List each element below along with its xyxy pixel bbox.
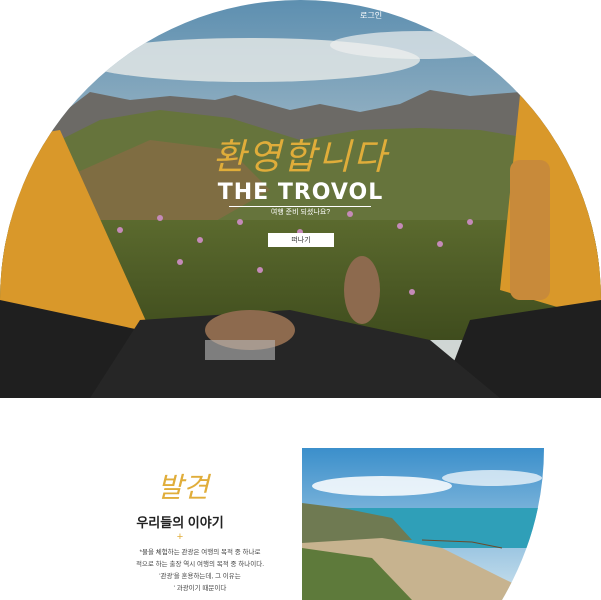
coast-photo	[302, 448, 544, 600]
hero-subtitle: 여행 준비 되셨나요?	[270, 209, 331, 216]
plus-divider: +	[176, 531, 184, 543]
paragraph-line: *물을 체험하는 관광은 여행의 목적 중 하나로	[139, 549, 261, 556]
paragraph-line: ' 과광이기 때문이다	[173, 585, 227, 592]
story-heading: 우리들의 이야기	[136, 515, 224, 530]
discover-paragraph: *물을 체험하는 관광은 여행의 목적 중 하나로 적으로 하는 출장 역시 여…	[110, 547, 290, 595]
discover-title: 발견	[157, 471, 209, 504]
welcome-heading: 환영합니다	[212, 137, 389, 178]
hero-section: 로그인 환영합니다 THE TROVOL 여행 준비 되셨나요? 떠나기	[0, 0, 601, 398]
paragraph-line: 적으로 하는 출장 역시 여행의 목적 중 하나이다.	[135, 561, 265, 568]
paragraph-line: '관광'을 혼용하는데, 그 이유는	[159, 573, 241, 580]
depart-button[interactable]: 떠나기	[268, 233, 334, 247]
brand-title: THE TROVOL	[217, 180, 384, 205]
login-link[interactable]: 로그인	[360, 10, 382, 21]
